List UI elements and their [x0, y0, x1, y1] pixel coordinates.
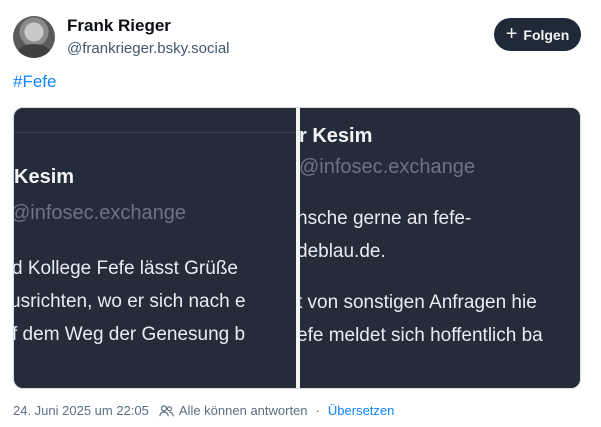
right-line-1: nsche gerne an fefe-: [299, 208, 472, 229]
author-name[interactable]: Frank Rieger: [67, 16, 171, 36]
right-line-2: deblau.de.: [299, 241, 386, 262]
author-handle[interactable]: @frankrieger.bsky.social: [67, 40, 230, 57]
left-line-1: d Kollege Fefe lässt Grüße: [14, 258, 238, 279]
plus-icon: +: [505, 22, 518, 45]
translate-link[interactable]: Übersetzen: [328, 403, 394, 418]
follow-button-label: Folgen: [523, 26, 570, 43]
right-handle-fragment: @infosec.exchange: [299, 156, 475, 178]
right-line-3: t von sonstigen Anfragen hie: [299, 292, 537, 313]
left-name-fragment: Kesim: [14, 166, 75, 188]
people-icon: [159, 404, 174, 416]
follow-button[interactable]: + Folgen: [494, 18, 581, 51]
hashtag-link[interactable]: #Fefe: [13, 72, 56, 92]
post-image[interactable]: Kesim @infosec.exchange d Kollege Fefe l…: [13, 107, 581, 389]
reply-setting[interactable]: Alle können antworten: [179, 403, 308, 418]
right-name-fragment: r Kesim: [299, 125, 373, 147]
post-timestamp[interactable]: 24. Juni 2025 um 22:05: [13, 403, 149, 418]
image-right-panel: r Kesim @infosec.exchange nsche gerne an…: [299, 108, 580, 388]
left-handle-fragment: @infosec.exchange: [14, 202, 186, 224]
author-avatar[interactable]: [13, 16, 55, 58]
right-line-4: efe meldet sich hoffentlich ba: [299, 325, 543, 346]
left-line-2: usrichten, wo er sich nach e: [14, 291, 246, 312]
image-left-panel: Kesim @infosec.exchange d Kollege Fefe l…: [14, 108, 296, 388]
separator-dot: ·: [315, 403, 320, 418]
left-line-3: f dem Weg der Genesung b: [14, 324, 246, 345]
post-footer: 24. Juni 2025 um 22:05 Alle können antwo…: [13, 403, 394, 418]
